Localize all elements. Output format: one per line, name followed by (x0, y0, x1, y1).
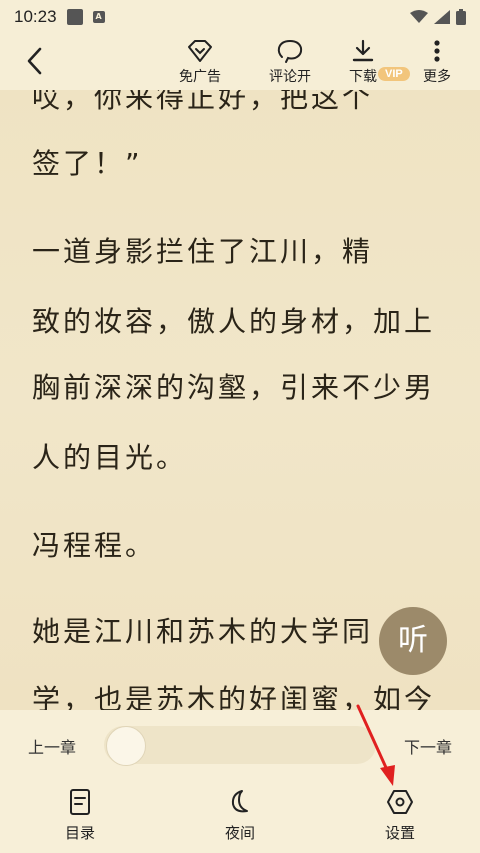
content-line: 一道身影拦住了江川，精 (32, 235, 374, 268)
next-chapter-button[interactable]: 下一章 (404, 734, 452, 758)
tab-night-mode-label: 夜间 (224, 824, 255, 842)
notification-icon (66, 9, 83, 25)
comment-toggle-label: 评论开 (269, 69, 311, 85)
chapter-navigation: 上一章 下一章 (0, 710, 480, 778)
status-indicators (410, 9, 466, 25)
content-line: 她是江川和苏木的大学同 (32, 615, 374, 648)
wifi-icon (410, 10, 428, 23)
status-bar: 10:23 A (0, 0, 480, 34)
comment-icon (277, 39, 303, 63)
tab-catalog-label: 目录 (64, 824, 95, 842)
catalog-icon (70, 789, 90, 815)
more-vertical-icon (434, 40, 440, 62)
slider-thumb[interactable] (106, 726, 146, 766)
reader-top-bar: 免广告 评论开 下载 VIP 更多 (0, 34, 480, 90)
content-line: 学，也是苏木的好闺蜜，如今 (32, 683, 436, 710)
remove-ads-button[interactable]: 免广告 (168, 38, 232, 88)
comment-toggle-button[interactable]: 评论开 (258, 38, 322, 88)
content-line: 人的目光。 (32, 441, 188, 474)
back-arrow-icon[interactable] (22, 46, 52, 76)
settings-hexagon-icon (387, 790, 413, 814)
listen-button[interactable]: 听 (379, 607, 447, 675)
status-time: 10:23 (14, 7, 57, 26)
download-icon (352, 39, 374, 62)
content-line: 哎，你来得正好，把这个 (32, 90, 374, 114)
signal-icon (434, 10, 450, 24)
app-notification-icon: A (92, 11, 105, 23)
content-line: 胸前深深的沟壑，引来不少男 (32, 371, 436, 404)
moon-icon (231, 790, 248, 813)
reader-bottom-panel: 上一章 下一章 目录 夜间 设置 (0, 710, 480, 853)
previous-chapter-button[interactable]: 上一章 (28, 734, 76, 758)
battery-icon (456, 9, 466, 25)
tab-catalog[interactable]: 目录 (40, 788, 120, 843)
tab-settings-label: 设置 (384, 824, 415, 842)
tab-night-mode[interactable]: 夜间 (200, 788, 280, 843)
more-label: 更多 (423, 69, 451, 85)
content-line: 致的妆容，傲人的身材，加上 (32, 305, 436, 338)
more-button[interactable]: 更多 (405, 38, 469, 88)
content-line: 签了！” (32, 147, 143, 180)
content-line: 冯程程。 (32, 529, 157, 562)
diamond-icon (188, 40, 212, 62)
tab-settings[interactable]: 设置 (360, 788, 440, 843)
remove-ads-label: 免广告 (179, 69, 221, 85)
download-label: 下载 (349, 69, 377, 85)
